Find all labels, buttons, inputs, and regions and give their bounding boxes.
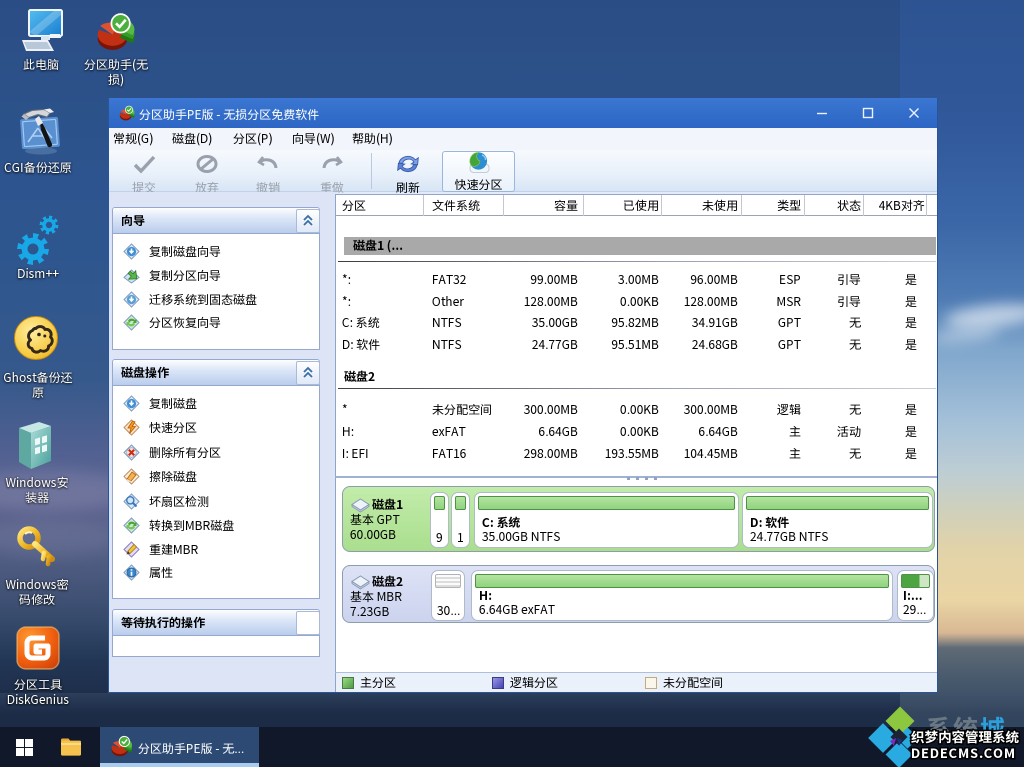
svg-text:DEDECMS.COM: DEDECMS.COM xyxy=(911,743,1016,762)
